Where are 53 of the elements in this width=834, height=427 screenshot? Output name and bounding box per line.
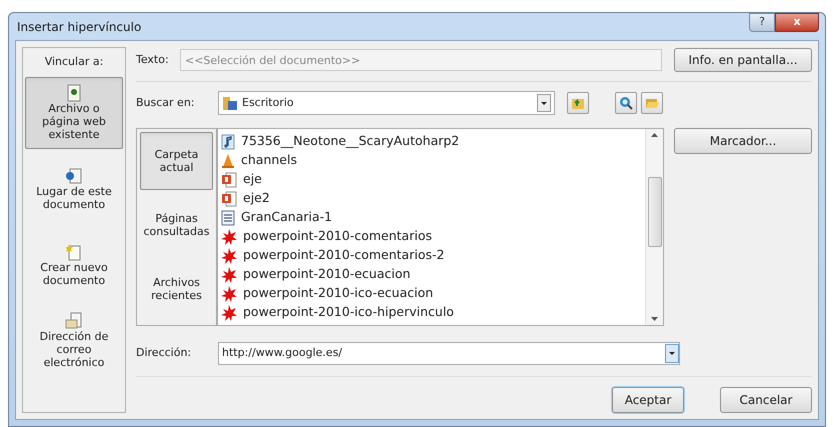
help-button[interactable]: ?: [749, 13, 775, 32]
view-tab[interactable]: Páginas consultadas: [140, 196, 213, 254]
star-burst-icon: [221, 286, 237, 302]
file-item[interactable]: powerpoint-2010-ico-ecuacion: [221, 284, 645, 303]
file-item[interactable]: GranCanaria-1: [221, 208, 645, 227]
envelope-document-icon: [65, 312, 83, 330]
file-item[interactable]: eje: [221, 170, 645, 189]
look-in-dropdown[interactable]: Escritorio: [218, 91, 555, 115]
star-burst-icon: [221, 266, 237, 282]
address-field[interactable]: http://www.google.es/: [218, 342, 680, 364]
star-burst-icon: [221, 228, 237, 244]
star-burst-icon: [221, 304, 237, 320]
link-to-label: Vincular a:: [44, 54, 104, 70]
presentation-file-icon: [221, 190, 237, 206]
browse-file-button[interactable]: [641, 92, 663, 114]
text-file-icon: [221, 210, 235, 226]
link-target-item[interactable]: Archivo o página web existente: [25, 76, 123, 148]
address-label: Dirección:: [136, 344, 192, 361]
window-title: Insertar hipervínculo: [16, 18, 142, 36]
link-target-item[interactable]: Dirección de correo electrónico: [25, 304, 123, 376]
music-file-icon: [221, 134, 235, 150]
browse-web-button[interactable]: [615, 92, 637, 114]
document-icon: [67, 84, 81, 102]
screen-tip-button[interactable]: Info. en pantalla...: [674, 48, 812, 72]
up-folder-button[interactable]: [567, 92, 589, 114]
view-tab[interactable]: Carpeta actual: [140, 132, 213, 190]
star-burst-icon: [221, 248, 237, 264]
look-in-label: Buscar en:: [136, 94, 196, 111]
link-target-item[interactable]: Crear nuevo documento: [25, 228, 123, 300]
link-target-item[interactable]: Lugar de este documento: [25, 152, 123, 224]
cone-icon: [221, 152, 235, 168]
text-label: Texto:: [136, 52, 170, 68]
scroll-up-icon: [651, 133, 658, 137]
dialog-button[interactable]: Aceptar: [612, 387, 684, 413]
file-item[interactable]: powerpoint-2010-ico-hipervinculo: [221, 303, 645, 322]
dialog-button[interactable]: Cancelar: [720, 387, 812, 413]
bookmark-button[interactable]: Marcador...: [674, 128, 812, 154]
scroll-thumb[interactable]: [648, 177, 662, 247]
scroll-down-icon: [651, 317, 658, 321]
display-text-field[interactable]: <<Selección del documento>>: [180, 49, 662, 71]
file-item[interactable]: eje2: [221, 189, 645, 208]
file-item[interactable]: powerpoint-2010-ecuacion: [221, 265, 645, 284]
file-item[interactable]: channels: [221, 151, 645, 170]
folder-icon: [222, 95, 238, 111]
file-item[interactable]: powerpoint-2010-comentarios: [221, 227, 645, 246]
folder-up-icon: [571, 96, 585, 110]
view-tab[interactable]: Archivos recientes: [140, 260, 213, 318]
presentation-file-icon: [221, 172, 237, 188]
file-item[interactable]: powerpoint-2010-comentarios-2: [221, 246, 645, 265]
new-document-icon: [66, 242, 82, 260]
scrollbar[interactable]: [645, 129, 663, 325]
open-folder-icon: [645, 96, 659, 110]
file-item[interactable]: 75356__Neotone__ScaryAutoharp2: [221, 132, 645, 151]
